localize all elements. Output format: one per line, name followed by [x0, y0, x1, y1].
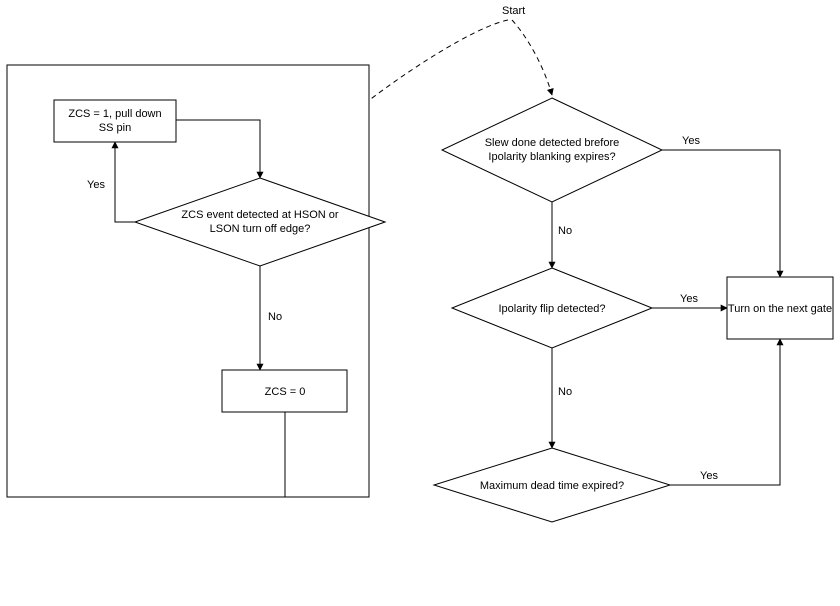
- label-zcs-no: No: [268, 311, 282, 323]
- process-zcs0-text: ZCS = 0: [265, 386, 306, 398]
- flowchart-svg: Start Slew done detected brefore Ipolari…: [0, 0, 840, 606]
- decision-zcs-text-1: ZCS event detected at HSON or: [181, 209, 338, 221]
- decision-slew-text-1: Slew done detected brefore: [485, 137, 620, 149]
- process-zcs1-text-2: SS pin: [99, 122, 131, 134]
- label-zcs-yes: Yes: [87, 179, 105, 191]
- label-slew-no: No: [558, 225, 572, 237]
- decision-slew-text-2: Ipolarity blanking expires?: [488, 151, 615, 163]
- label-ipol-yes: Yes: [680, 293, 698, 305]
- label-maxdt-yes: Yes: [700, 470, 718, 482]
- decision-maxdt-text: Maximum dead time expired?: [480, 480, 624, 492]
- edge-slew-yes: [662, 150, 780, 277]
- label-slew-yes: Yes: [682, 135, 700, 147]
- process-zcs1: [54, 100, 176, 142]
- process-zcs1-text-1: ZCS = 1, pull down: [68, 108, 161, 120]
- process-turnon-text: Turn on the next gate: [728, 303, 832, 315]
- decision-zcs-text-2: LSON turn off edge?: [210, 223, 311, 235]
- edge-start-to-slew: [512, 20, 552, 95]
- label-ipol-no: No: [558, 386, 572, 398]
- start-label: Start: [502, 5, 525, 17]
- decision-ipolarity-text: Ipolarity flip detected?: [498, 303, 605, 315]
- edge-maxdt-yes: [670, 339, 780, 485]
- decision-slew: [442, 98, 662, 202]
